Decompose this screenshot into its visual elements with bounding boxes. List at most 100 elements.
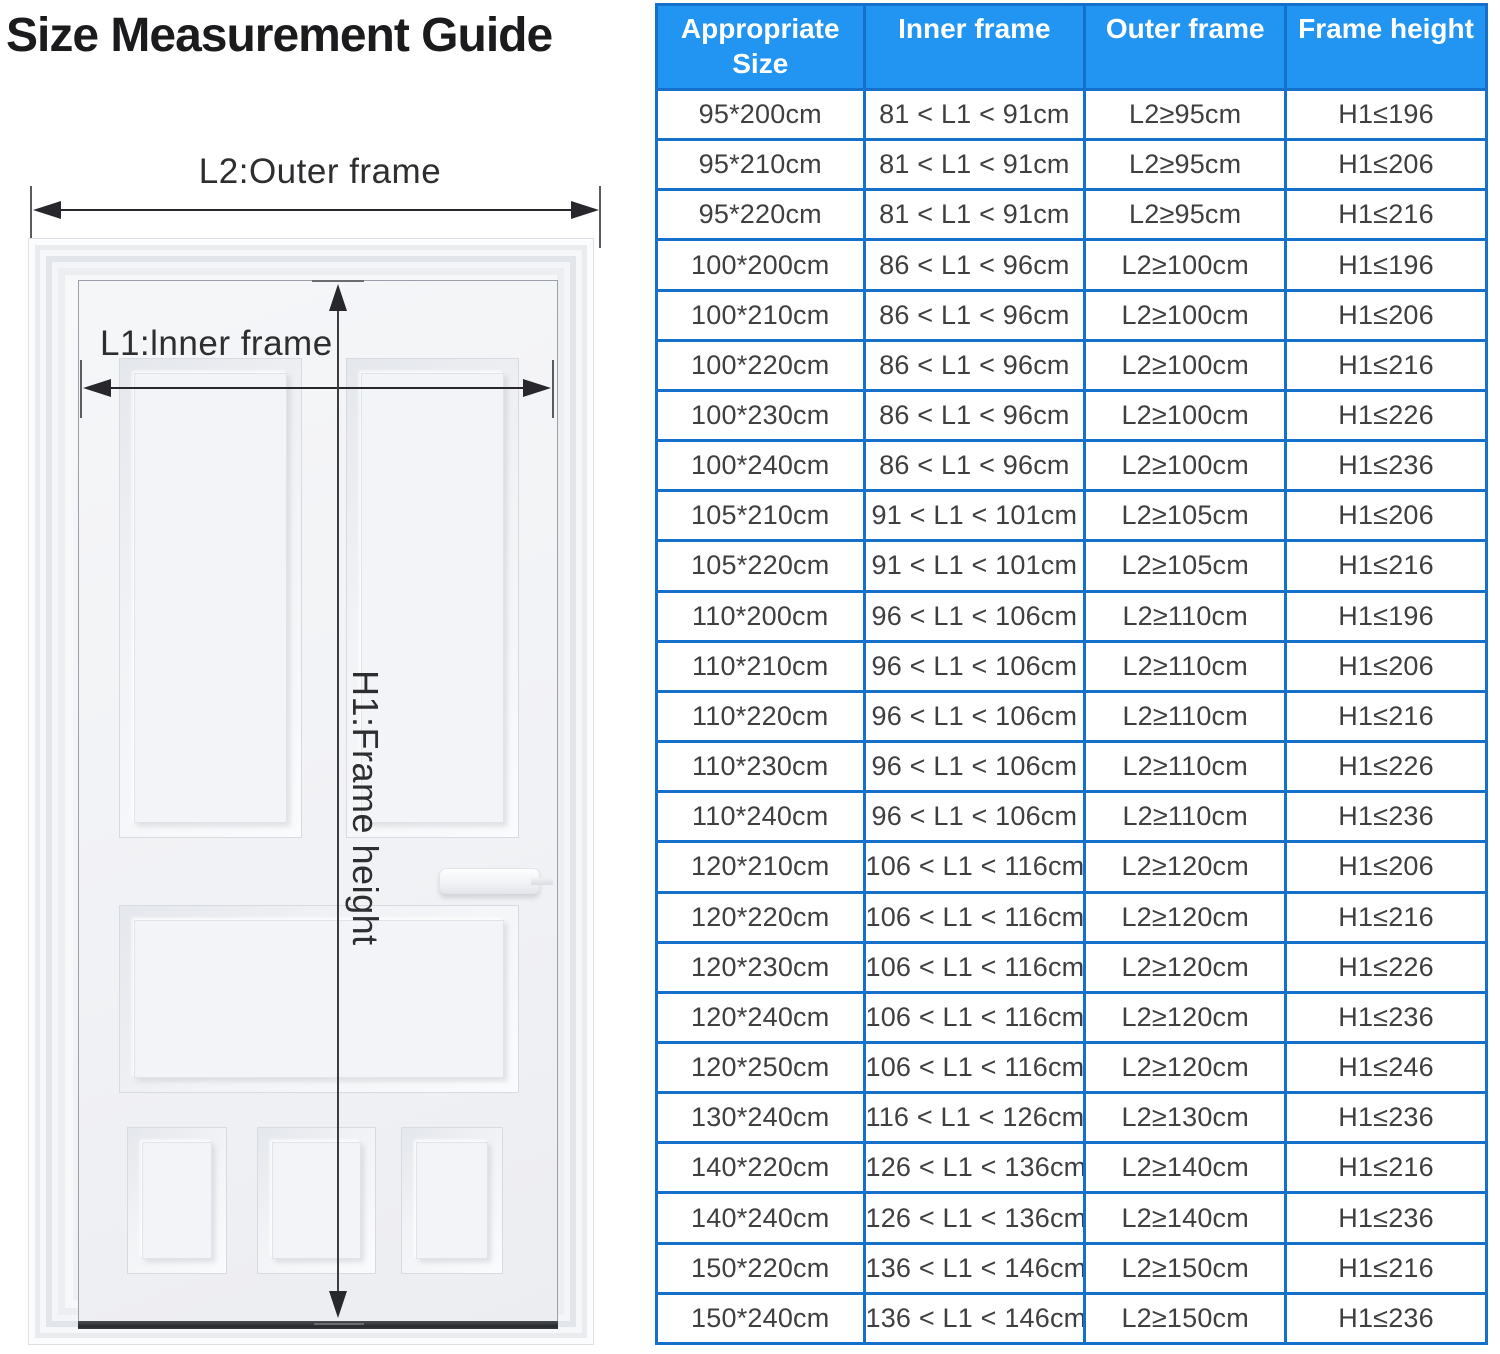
- table-cell: H1≤236: [1286, 792, 1487, 842]
- table-row: 120*240cm106 < L1 < 116cmL2≥120cmH1≤236: [657, 992, 1487, 1042]
- table-cell: L2≥100cm: [1085, 290, 1286, 340]
- table-cell: H1≤196: [1286, 90, 1487, 140]
- table-row: 150*240cm136 < L1 < 146cmL2≥150cmH1≤236: [657, 1293, 1487, 1343]
- table-cell: 86 < L1 < 96cm: [864, 290, 1085, 340]
- frame-height-arrow: [337, 310, 339, 1292]
- table-cell: 120*210cm: [657, 842, 865, 892]
- table-cell: L2≥120cm: [1085, 992, 1286, 1042]
- table-cell: 130*240cm: [657, 1093, 865, 1143]
- table-row: 100*200cm86 < L1 < 96cmL2≥100cmH1≤196: [657, 240, 1487, 290]
- table-cell: H1≤206: [1286, 290, 1487, 340]
- table-cell: 86 < L1 < 96cm: [864, 390, 1085, 440]
- table-cell: H1≤216: [1286, 340, 1487, 390]
- table-cell: 95*210cm: [657, 140, 865, 190]
- table-row: 120*250cm106 < L1 < 116cmL2≥120cmH1≤246: [657, 1042, 1487, 1092]
- table-cell: L2≥120cm: [1085, 942, 1286, 992]
- table-cell: H1≤236: [1286, 1293, 1487, 1343]
- table-cell: 150*220cm: [657, 1243, 865, 1293]
- table-row: 105*220cm91 < L1 < 101cmL2≥105cmH1≤216: [657, 541, 1487, 591]
- outer-frame-right-tick: [599, 186, 601, 248]
- table-cell: 140*220cm: [657, 1143, 865, 1193]
- column-header-appropriate-size: Appropriate Size: [657, 5, 865, 90]
- door-panel-top-left: [119, 358, 302, 838]
- table-cell: 91 < L1 < 101cm: [864, 491, 1085, 541]
- table-row: 95*200cm81 < L1 < 91cmL2≥95cmH1≤196: [657, 90, 1487, 140]
- table-cell: 106 < L1 < 116cm: [864, 1042, 1085, 1092]
- table-cell: 106 < L1 < 116cm: [864, 992, 1085, 1042]
- table-row: 110*220cm96 < L1 < 106cmL2≥110cmH1≤216: [657, 691, 1487, 741]
- table-cell: L2≥105cm: [1085, 491, 1286, 541]
- table-cell: 110*240cm: [657, 792, 865, 842]
- table-cell: 86 < L1 < 96cm: [864, 441, 1085, 491]
- table-cell: L2≥95cm: [1085, 190, 1286, 240]
- table-cell: L2≥120cm: [1085, 892, 1286, 942]
- table-row: 100*230cm86 < L1 < 96cmL2≥100cmH1≤226: [657, 390, 1487, 440]
- table-cell: L2≥110cm: [1085, 691, 1286, 741]
- table-cell: 96 < L1 < 106cm: [864, 591, 1085, 641]
- frame-height-top-tick: [312, 280, 364, 282]
- table-cell: 81 < L1 < 91cm: [864, 190, 1085, 240]
- table-row: 110*210cm96 < L1 < 106cmL2≥110cmH1≤206: [657, 641, 1487, 691]
- table-cell: L2≥100cm: [1085, 340, 1286, 390]
- table-cell: 100*210cm: [657, 290, 865, 340]
- table-cell: H1≤236: [1286, 1193, 1487, 1243]
- table-cell: H1≤246: [1286, 1042, 1487, 1092]
- table-cell: L2≥150cm: [1085, 1293, 1286, 1343]
- table-row: 150*220cm136 < L1 < 146cmL2≥150cmH1≤216: [657, 1243, 1487, 1293]
- table-cell: 116 < L1 < 126cm: [864, 1093, 1085, 1143]
- table-cell: H1≤196: [1286, 591, 1487, 641]
- table-row: 140*240cm126 < L1 < 136cmL2≥140cmH1≤236: [657, 1193, 1487, 1243]
- inner-frame-right-tick: [552, 360, 554, 418]
- table-cell: H1≤236: [1286, 992, 1487, 1042]
- table-cell: L2≥130cm: [1085, 1093, 1286, 1143]
- table-row: 110*240cm96 < L1 < 106cmL2≥110cmH1≤236: [657, 792, 1487, 842]
- table-cell: H1≤236: [1286, 441, 1487, 491]
- table-cell: 110*220cm: [657, 691, 865, 741]
- table-cell: H1≤216: [1286, 1243, 1487, 1293]
- table-cell: 140*240cm: [657, 1193, 865, 1243]
- table-cell: 96 < L1 < 106cm: [864, 742, 1085, 792]
- table-row: 100*220cm86 < L1 < 96cmL2≥100cmH1≤216: [657, 340, 1487, 390]
- table-cell: 105*210cm: [657, 491, 865, 541]
- table-row: 130*240cm116 < L1 < 126cmL2≥130cmH1≤236: [657, 1093, 1487, 1143]
- table-cell: 120*230cm: [657, 942, 865, 992]
- table-cell: H1≤216: [1286, 691, 1487, 741]
- door-frame: [28, 238, 594, 1345]
- table-cell: 120*220cm: [657, 892, 865, 942]
- inner-frame-width-arrow: [110, 387, 524, 389]
- door-panel-bottom-center: [257, 1127, 376, 1274]
- outer-frame-width-label: L2:Outer frame: [150, 152, 490, 192]
- door-panel-bottom-left: [127, 1127, 227, 1274]
- column-header-inner-frame: Inner frame: [864, 5, 1085, 90]
- column-header-outer-frame: Outer frame: [1085, 5, 1286, 90]
- table-cell: 86 < L1 < 96cm: [864, 340, 1085, 390]
- table-cell: 86 < L1 < 96cm: [864, 240, 1085, 290]
- table-cell: L2≥105cm: [1085, 541, 1286, 591]
- table-cell: 126 < L1 < 136cm: [864, 1143, 1085, 1193]
- table-cell: L2≥100cm: [1085, 240, 1286, 290]
- table-row: 100*210cm86 < L1 < 96cmL2≥100cmH1≤206: [657, 290, 1487, 340]
- table-cell: L2≥100cm: [1085, 441, 1286, 491]
- outer-frame-width-arrow: [60, 209, 572, 211]
- table-cell: 100*200cm: [657, 240, 865, 290]
- size-table-header-row: Appropriate SizeInner frameOuter frameFr…: [657, 5, 1487, 90]
- table-cell: 110*200cm: [657, 591, 865, 641]
- table-cell: L2≥150cm: [1085, 1243, 1286, 1293]
- table-row: 110*230cm96 < L1 < 106cmL2≥110cmH1≤226: [657, 742, 1487, 792]
- table-cell: 95*200cm: [657, 90, 865, 140]
- table-row: 100*240cm86 < L1 < 96cmL2≥100cmH1≤236: [657, 441, 1487, 491]
- table-cell: L2≥110cm: [1085, 742, 1286, 792]
- table-row: 120*220cm106 < L1 < 116cmL2≥120cmH1≤216: [657, 892, 1487, 942]
- table-cell: H1≤226: [1286, 742, 1487, 792]
- page-title: Size Measurement Guide: [6, 8, 654, 63]
- table-cell: L2≥140cm: [1085, 1193, 1286, 1243]
- table-row: 95*210cm81 < L1 < 91cmL2≥95cmH1≤206: [657, 140, 1487, 190]
- table-cell: L2≥95cm: [1085, 90, 1286, 140]
- table-cell: 81 < L1 < 91cm: [864, 90, 1085, 140]
- table-cell: H1≤206: [1286, 641, 1487, 691]
- size-table-body: 95*200cm81 < L1 < 91cmL2≥95cmH1≤19695*21…: [657, 90, 1487, 1344]
- table-cell: 110*230cm: [657, 742, 865, 792]
- table-cell: H1≤216: [1286, 190, 1487, 240]
- table-cell: H1≤216: [1286, 892, 1487, 942]
- inner-frame-width-label: L1:lnner frame: [100, 324, 333, 364]
